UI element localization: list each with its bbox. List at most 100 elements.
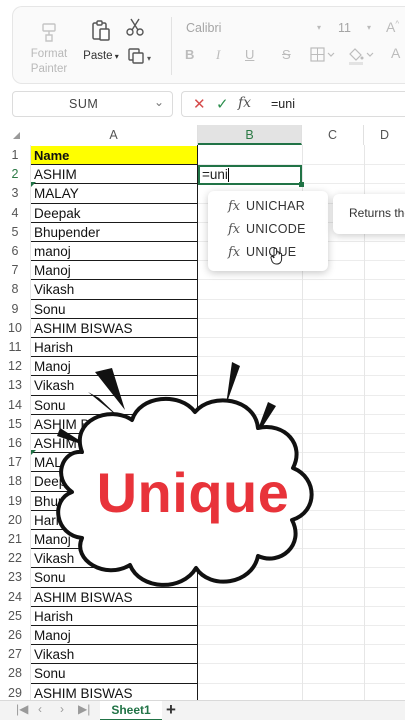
row-header[interactable]: 27 xyxy=(0,645,30,664)
cell-a[interactable]: manoj xyxy=(31,242,197,262)
row-header[interactable]: 4 xyxy=(0,204,30,223)
cell-a[interactable]: ASHIM BISWAS xyxy=(31,319,197,338)
name-box[interactable]: SUM ⌄ xyxy=(12,91,173,117)
row-header[interactable]: 19 xyxy=(0,492,30,511)
row-header[interactable]: 12 xyxy=(0,357,30,376)
cell-a[interactable]: Harish xyxy=(31,607,197,626)
underline-button[interactable]: U xyxy=(245,47,254,62)
row-header[interactable]: 2 xyxy=(0,165,30,184)
font-color-button[interactable]: A xyxy=(391,45,400,61)
borders-icon xyxy=(310,47,335,62)
row-header[interactable]: 20 xyxy=(0,511,30,530)
copy-button[interactable]: ▾ xyxy=(127,47,151,65)
cell-a[interactable]: ASHIM BISWAS xyxy=(31,434,197,454)
cell-a[interactable]: Vikash xyxy=(31,376,197,396)
row-header[interactable]: 9 xyxy=(0,300,30,319)
font-color-letter: A xyxy=(391,45,401,61)
insert-function-icon[interactable]: fx xyxy=(238,95,251,111)
cell-a[interactable]: ASHIM BISWAS xyxy=(31,588,197,607)
gridline xyxy=(30,145,31,700)
cell-a[interactable]: Vikash xyxy=(31,549,197,569)
cell-a[interactable]: Vikash xyxy=(31,280,197,300)
cell-a[interactable]: Vikash xyxy=(31,645,197,665)
prev-sheet-icon[interactable]: ‹ xyxy=(38,702,42,716)
row-header[interactable]: 5 xyxy=(0,223,30,242)
cell-a[interactable]: Sonu xyxy=(31,300,197,319)
fill-handle[interactable] xyxy=(299,182,304,187)
column-header-a[interactable]: A xyxy=(30,125,198,145)
cell-a[interactable]: Bhupender xyxy=(31,223,197,242)
row-header[interactable]: 24 xyxy=(0,588,30,607)
fill-color-button[interactable] xyxy=(346,45,376,70)
row-header[interactable]: 15 xyxy=(0,415,30,434)
function-tooltip: Returns the xyxy=(333,194,405,234)
row-header[interactable]: 8 xyxy=(0,280,30,299)
autocomplete-option-unicode[interactable]: fx UNICODE xyxy=(208,218,328,241)
cell-a[interactable]: Sonu xyxy=(31,396,197,415)
row-header[interactable]: 3 xyxy=(0,184,30,203)
strikethrough-button[interactable]: S xyxy=(282,47,291,62)
row-header[interactable]: 11 xyxy=(0,338,30,357)
row-header[interactable]: 10 xyxy=(0,319,30,338)
autocomplete-option-unichar[interactable]: fx UNICHAR xyxy=(208,195,328,218)
row-header[interactable]: 25 xyxy=(0,607,30,626)
autocomplete-option-unique[interactable]: fx UNIQUE xyxy=(208,241,328,264)
row-header[interactable]: 16 xyxy=(0,434,30,453)
cell-a[interactable]: Sonu xyxy=(31,664,197,684)
row-header[interactable]: 6 xyxy=(0,242,30,261)
cell-a[interactable]: Bhupender xyxy=(31,492,197,511)
cell-a[interactable]: MALAY xyxy=(31,184,197,204)
cut-button[interactable] xyxy=(125,17,145,37)
scissors-icon xyxy=(126,18,144,36)
column-header-c[interactable]: C xyxy=(302,125,364,145)
cell-a[interactable]: Manoj xyxy=(31,626,197,646)
cell-a[interactable]: ASHIM BISWAS xyxy=(31,415,197,434)
borders-button[interactable] xyxy=(310,47,336,68)
cell-a[interactable]: Manoj xyxy=(31,261,197,281)
cell-a[interactable]: Harish xyxy=(31,511,197,530)
row-header[interactable]: 22 xyxy=(0,549,30,568)
cell-a[interactable]: Harish xyxy=(31,338,197,358)
column-header-b[interactable]: B xyxy=(198,125,302,145)
font-name-box[interactable]: Calibri xyxy=(186,21,221,35)
enter-icon[interactable]: ✓ xyxy=(216,95,229,113)
cell-a[interactable]: MALAY xyxy=(31,453,197,473)
paste-button[interactable]: Paste ▾ xyxy=(79,19,123,64)
formula-input[interactable]: =uni xyxy=(271,97,295,111)
row-header[interactable]: 21 xyxy=(0,530,30,549)
first-sheet-icon[interactable]: |◀ xyxy=(16,702,28,716)
row-header[interactable]: 23 xyxy=(0,568,30,587)
italic-button[interactable]: I xyxy=(216,47,220,63)
row-header[interactable]: 28 xyxy=(0,664,30,683)
formula-bar[interactable]: ✕ ✓ fx =uni xyxy=(181,91,405,117)
header-cell-name[interactable]: Name xyxy=(31,146,197,166)
next-sheet-icon[interactable]: › xyxy=(60,702,64,716)
chevron-down-icon[interactable]: ⌄ xyxy=(154,95,164,109)
hand-cursor-icon xyxy=(270,247,283,265)
function-autocomplete: fx UNICHAR fx UNICODE fx UNIQUE xyxy=(208,191,328,271)
row-header[interactable]: 14 xyxy=(0,396,30,415)
cell-a[interactable]: Manoj xyxy=(31,357,197,377)
row-header[interactable]: 17 xyxy=(0,453,30,472)
sheet-tab-sheet1[interactable]: Sheet1 xyxy=(100,701,162,720)
add-sheet-button[interactable]: + xyxy=(166,700,176,720)
row-header[interactable]: 7 xyxy=(0,261,30,280)
cell-a[interactable]: Manoj xyxy=(31,530,197,550)
bold-button[interactable]: B xyxy=(185,47,194,62)
last-sheet-icon[interactable]: ▶| xyxy=(78,702,90,716)
row-header[interactable]: 26 xyxy=(0,626,30,645)
cell-a[interactable]: Deepak xyxy=(31,204,197,223)
active-cell-b2[interactable]: =uni xyxy=(198,165,302,185)
row-header[interactable]: 1 xyxy=(0,146,30,165)
increase-font-icon[interactable]: A^ xyxy=(386,19,399,35)
row-header[interactable]: 13 xyxy=(0,376,30,395)
cancel-icon[interactable]: ✕ xyxy=(193,95,206,113)
cell-a[interactable]: ASHIM xyxy=(31,165,197,185)
cell-a[interactable]: Sonu xyxy=(31,568,197,588)
font-size-box[interactable]: 11 xyxy=(338,21,351,35)
cell-a[interactable]: Deepak xyxy=(31,472,197,492)
column-header-d[interactable]: D xyxy=(364,125,405,145)
format-painter-button[interactable]: Format Painter xyxy=(27,21,71,77)
function-icon: fx xyxy=(228,199,241,214)
row-header[interactable]: 18 xyxy=(0,472,30,491)
